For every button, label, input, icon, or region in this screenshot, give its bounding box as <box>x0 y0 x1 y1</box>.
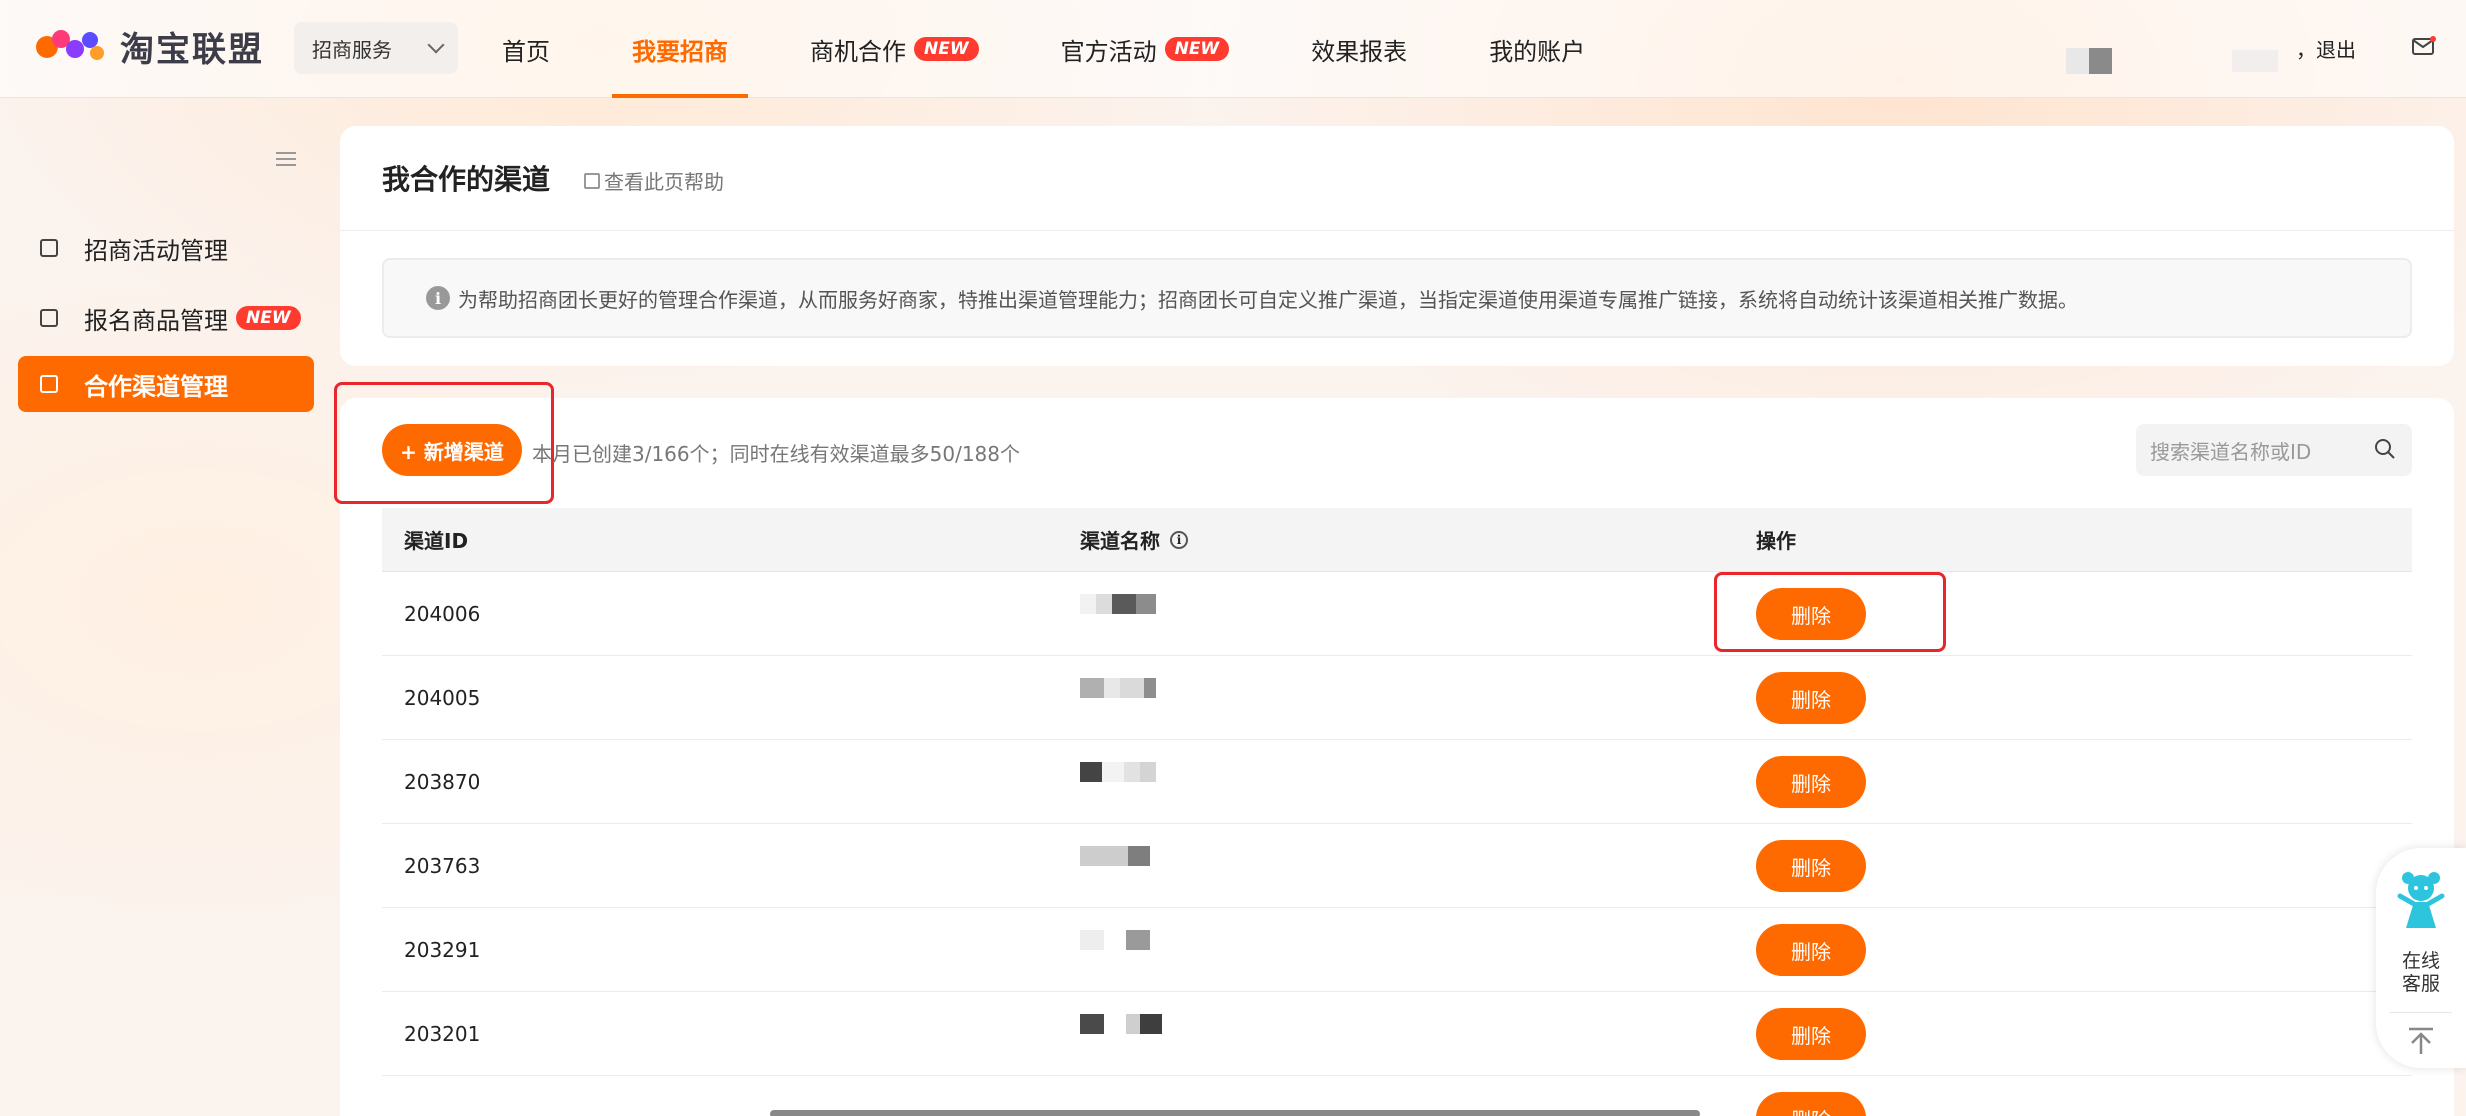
channel-id: 203763 <box>404 854 481 878</box>
table-row: 203870 删除 <box>382 740 2412 824</box>
sidebar-item-label: 报名商品管理 <box>84 306 228 335</box>
service-select-value: 招商服务 <box>312 37 392 62</box>
chevron-down-icon <box>427 36 445 54</box>
horizontal-scrollbar[interactable] <box>770 1110 1700 1116</box>
brand-name: 淘宝联盟 <box>120 30 264 70</box>
column-header-name: 渠道名称 i <box>1080 525 1188 554</box>
redacted-channel-name <box>1080 594 1200 618</box>
nav-label: 官方活动 <box>1060 37 1157 66</box>
nav-label: 商机合作 <box>810 37 906 66</box>
brand-logo[interactable]: 淘宝联盟 <box>36 22 264 71</box>
redacted-channel-name <box>1080 678 1200 702</box>
calendar-icon <box>40 239 58 257</box>
highlight-box <box>334 382 554 504</box>
customer-service-widget[interactable]: 在线 客服 <box>2376 848 2466 1068</box>
redacted-channel-name <box>1080 762 1200 786</box>
delete-button[interactable]: 删除 <box>1756 1008 1866 1060</box>
sidebar-item-channel-management[interactable]: 合作渠道管理 <box>18 356 314 412</box>
page-header-card: 我合作的渠道 查看此页帮助 i 为帮助招商团长更好的管理合作渠道，从而服务好商家… <box>340 126 2454 366</box>
mascot-icon <box>2397 872 2445 928</box>
sidebar-item-label: 招商活动管理 <box>84 236 228 265</box>
nav-item-home[interactable]: 首页 <box>482 0 570 98</box>
table-row: 203763 删除 <box>382 824 2412 908</box>
nav-item-reports[interactable]: 效果报表 <box>1291 0 1427 98</box>
column-header-action: 操作 <box>1756 529 1796 553</box>
page-title: 我合作的渠道 <box>382 163 551 196</box>
table-row: 203291 删除 <box>382 908 2412 992</box>
channel-id: 203870 <box>404 770 481 794</box>
main-nav: 首页 我要招商 商机合作 NEW 官方活动 NEW 效果报表 我的账户 <box>482 0 1647 98</box>
quota-text: 本月已创建3/166个；同时在线有效渠道最多50/188个 <box>532 442 1020 466</box>
service-select[interactable]: 招商服务 <box>294 22 458 74</box>
customer-service-label: 在线 客服 <box>2376 950 2466 996</box>
divider <box>2390 1012 2452 1013</box>
info-icon[interactable]: i <box>1170 530 1188 549</box>
nav-label: 我的账户 <box>1489 37 1586 66</box>
table-header: 渠道ID 渠道名称 i 操作 <box>382 508 2412 572</box>
table-row: 204005 删除 <box>382 656 2412 740</box>
label-line: 客服 <box>2401 973 2440 995</box>
delete-button[interactable]: 删除 <box>1756 840 1866 892</box>
nav-item-account[interactable]: 我的账户 <box>1469 0 1605 98</box>
channel-id: 204006 <box>404 602 481 626</box>
notice-text: 为帮助招商团长更好的管理合作渠道，从而服务好商家，特推出渠道管理能力；招商团长可… <box>458 287 2078 312</box>
delete-button[interactable]: 删除 <box>1756 756 1866 808</box>
new-badge: NEW <box>1164 37 1230 61</box>
back-to-top-icon[interactable] <box>2406 1026 2436 1056</box>
brand-logo-icon <box>36 26 108 68</box>
divider <box>340 230 2454 231</box>
redacted-channel-name <box>1080 1014 1200 1038</box>
bag-icon <box>40 309 58 327</box>
redacted-avatar <box>2066 48 2112 74</box>
info-icon: i <box>426 286 450 310</box>
redacted-channel-name <box>1080 930 1200 954</box>
mail-icon[interactable] <box>2412 36 2436 56</box>
channel-id: 203291 <box>404 938 481 962</box>
help-link[interactable]: 查看此页帮助 <box>584 166 724 195</box>
column-header-id: 渠道ID <box>404 529 469 553</box>
network-icon <box>40 375 58 393</box>
delete-button[interactable]: 删除 <box>1756 924 1866 976</box>
label-line: 在线 <box>2401 950 2440 972</box>
sidebar-item-recruit-activities[interactable]: 招商活动管理 <box>18 220 314 276</box>
column-header-label: 渠道名称 <box>1080 529 1160 553</box>
nav-label: 效果报表 <box>1311 37 1408 66</box>
delete-button[interactable]: 删除 <box>1756 672 1866 724</box>
help-link-label: 查看此页帮助 <box>604 170 724 194</box>
nav-item-recruit[interactable]: 我要招商 <box>612 0 748 98</box>
info-notice: i 为帮助招商团长更好的管理合作渠道，从而服务好商家，特推出渠道管理能力；招商团… <box>382 258 2412 338</box>
table-row: 203201 删除 <box>382 992 2412 1076</box>
table-row: 204006 删除 <box>382 572 2412 656</box>
sidebar-item-registered-products[interactable]: 报名商品管理 NEW <box>18 290 314 346</box>
channel-id: 204005 <box>404 686 481 710</box>
nav-item-business[interactable]: 商机合作 NEW <box>790 0 999 98</box>
nav-item-official-events[interactable]: 官方活动 NEW <box>1041 0 1250 98</box>
redacted-channel-name <box>1080 846 1200 870</box>
sidebar-item-label: 合作渠道管理 <box>84 372 228 401</box>
highlight-box <box>1714 572 1946 652</box>
top-navigation-bar: 淘宝联盟 招商服务 首页 我要招商 商机合作 NEW 官方活动 NEW 效果报表 我… <box>0 0 2466 98</box>
nav-label: 我要招商 <box>632 37 728 66</box>
search-input[interactable]: 搜索渠道名称或ID <box>2136 424 2412 476</box>
nav-label: 首页 <box>502 37 550 66</box>
channel-id: 203201 <box>404 1022 481 1046</box>
new-badge: NEW <box>914 37 979 61</box>
help-doc-icon <box>584 172 600 189</box>
search-icon[interactable] <box>2374 438 2396 460</box>
logout-link[interactable]: ，退出 <box>2296 34 2356 63</box>
search-placeholder: 搜索渠道名称或ID <box>2150 439 2312 464</box>
sidebar-collapse-icon[interactable] <box>276 152 296 168</box>
redacted-username <box>2232 50 2278 72</box>
new-badge: NEW <box>236 306 301 330</box>
channel-list-card: + 新增渠道 本月已创建3/166个；同时在线有效渠道最多50/188个 搜索渠… <box>334 382 2454 1116</box>
delete-button[interactable]: 删除 <box>1756 1092 1866 1116</box>
